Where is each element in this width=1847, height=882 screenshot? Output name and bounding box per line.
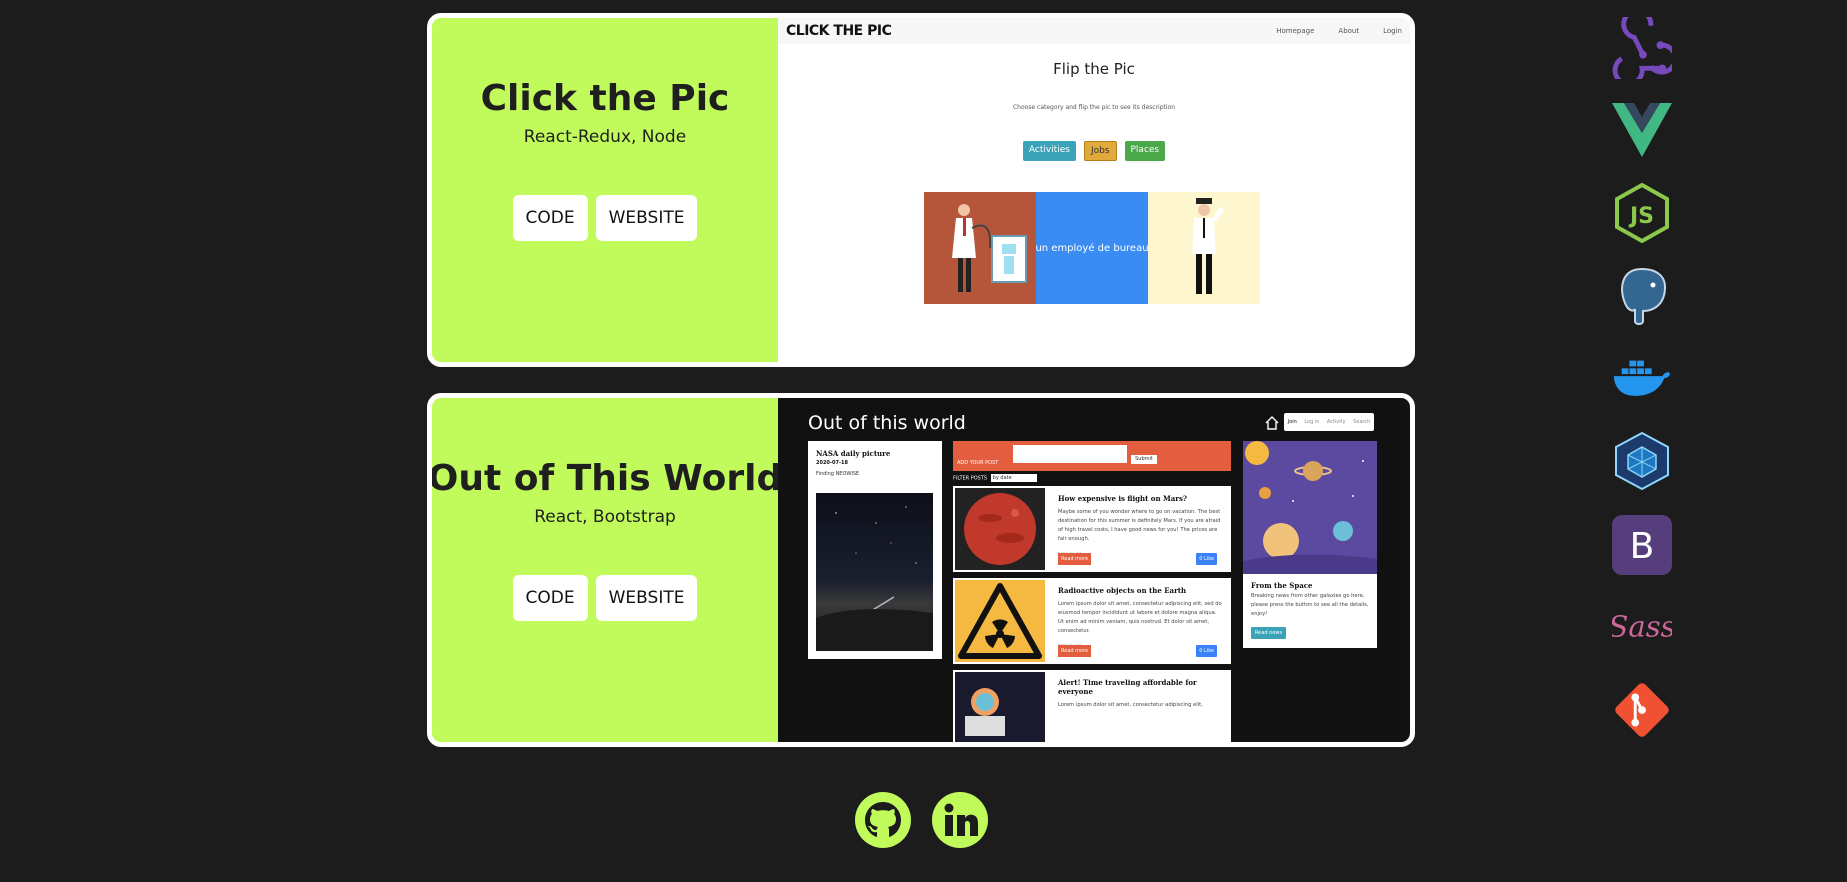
bootstrap-icon: B <box>1612 515 1672 575</box>
github-link[interactable] <box>855 792 911 848</box>
nasa-date: 2020-07-18 <box>816 460 848 466</box>
preview-nav-homepage: Homepage <box>1276 27 1315 35</box>
post-body: Lorem ipsum dolor sit amet, consectetur … <box>1058 601 1222 634</box>
post-title: Radioactive objects on the Earth <box>1058 586 1187 595</box>
git-icon <box>1612 680 1672 740</box>
preview-nav-about: About <box>1338 27 1360 35</box>
filter-select[interactable]: by date <box>990 474 1037 482</box>
preview-category-places: Places <box>1124 141 1166 161</box>
preview-pic-grid: un employé de bureau <box>924 192 1260 304</box>
preview-navbar: CLICK THE PIC Homepage About Login <box>778 18 1410 44</box>
preview-category-activities: Activities <box>1022 141 1076 161</box>
space-title: From the Space <box>1251 581 1313 590</box>
post-body: Lorem ipsum dolor sit amet, consectetur … <box>1058 702 1203 708</box>
filter-posts: FILTER POSTS by date <box>953 474 1037 482</box>
project-screenshot[interactable]: Out of this world Join Log in Activity S… <box>778 398 1410 742</box>
code-button[interactable]: CODE <box>512 195 588 241</box>
project-title: Out of This World <box>427 458 783 499</box>
linkedin-link[interactable] <box>932 792 988 848</box>
add-post-label: ADD YOUR POST <box>957 460 999 466</box>
svg-text:JS: JS <box>1628 204 1654 229</box>
add-post-input[interactable] <box>1013 445 1127 463</box>
preview-nav-search: Search <box>1353 419 1371 425</box>
preview-brand: CLICK THE PIC <box>786 23 892 39</box>
code-button[interactable]: CODE <box>512 575 588 621</box>
preview-nav-login: Login <box>1383 27 1402 35</box>
postgresql-icon <box>1612 266 1672 326</box>
post-card: How expensive is flight on Mars? Maybe s… <box>953 486 1231 572</box>
preview-nav-activity: Activity <box>1326 419 1346 425</box>
redux-icon <box>1612 17 1672 79</box>
time-travel-image <box>955 672 1045 742</box>
mars-image <box>955 488 1045 570</box>
read-news-button[interactable]: Read news <box>1251 627 1287 639</box>
preview-nav-login: Log in <box>1304 419 1320 425</box>
read-more-button[interactable]: Read more <box>1058 553 1092 565</box>
project-card-out-of-this-world: Out of This World React, Bootstrap CODE … <box>427 393 1415 747</box>
preview-subtitle: Choose category and flip the pic to see … <box>1012 104 1176 111</box>
add-post-bar: ADD YOUR POST Submit <box>953 441 1231 471</box>
github-icon <box>865 802 901 837</box>
pilot-image <box>1148 192 1260 304</box>
nodejs-icon: JS <box>1612 183 1672 243</box>
read-more-button[interactable]: Read more <box>1058 645 1092 657</box>
nasa-title: NASA daily picture <box>816 449 891 458</box>
website-button[interactable]: WEBSITE <box>595 195 698 241</box>
post-card: Radioactive objects on the Earth Lorem i… <box>953 578 1231 664</box>
nasa-caption: Finding NEOWISE <box>816 471 860 477</box>
svg-text:Sass: Sass <box>1612 610 1672 644</box>
project-screenshot[interactable]: CLICK THE PIC Homepage About Login Flip … <box>778 18 1410 362</box>
svg-text:B: B <box>1630 526 1655 567</box>
post-body: Maybe some of you wonder where to go on … <box>1058 509 1221 542</box>
project-title: Click the Pic <box>480 78 730 119</box>
flipped-card-text: un employé de bureau <box>1036 242 1148 254</box>
preview-category-jobs: Jobs <box>1083 141 1117 161</box>
project-info: Click the Pic React-Redux, Node CODE WEB… <box>432 18 778 362</box>
filter-label: FILTER POSTS <box>953 475 988 482</box>
project-card-click-the-pic: Click the Pic React-Redux, Node CODE WEB… <box>427 13 1415 367</box>
post-title: How expensive is flight on Mars? <box>1058 494 1188 503</box>
docker-icon <box>1612 348 1672 408</box>
sass-icon: Sass <box>1612 597 1672 657</box>
like-button[interactable]: 0 Like <box>1196 645 1217 657</box>
linkedin-icon <box>944 803 978 836</box>
website-button[interactable]: WEBSITE <box>595 575 698 621</box>
home-icon <box>1265 416 1279 430</box>
like-button[interactable]: 0 Like <box>1196 553 1217 565</box>
project-info: Out of This World React, Bootstrap CODE … <box>432 398 782 742</box>
comet-image <box>816 493 933 651</box>
planets-image <box>1243 441 1377 574</box>
webpack-icon <box>1612 431 1672 491</box>
project-stack: React, Bootstrap <box>534 507 676 527</box>
post-card: Alert! Time traveling affordable for eve… <box>953 670 1231 742</box>
nasa-panel: NASA daily picture 2020-07-18 Finding NE… <box>808 441 942 659</box>
preview-nav-join: Join <box>1287 419 1297 425</box>
preview-title: Flip the Pic <box>1053 60 1135 78</box>
doctor-image <box>924 192 1036 304</box>
project-stack: React-Redux, Node <box>523 127 687 147</box>
radiation-image <box>955 580 1045 662</box>
space-body: Breaking news from other galaxies go her… <box>1251 593 1369 617</box>
vue-icon <box>1612 100 1672 160</box>
space-news-panel: From the Space Breaking news from other … <box>1243 441 1377 648</box>
preview-nav: Join Log in Activity Search <box>1284 413 1374 431</box>
submit-button[interactable]: Submit <box>1131 455 1157 464</box>
preview-title: Out of this world <box>808 412 966 434</box>
flipped-card: un employé de bureau <box>1036 192 1148 304</box>
post-title: Alert! Time traveling affordable for eve… <box>1058 678 1197 696</box>
